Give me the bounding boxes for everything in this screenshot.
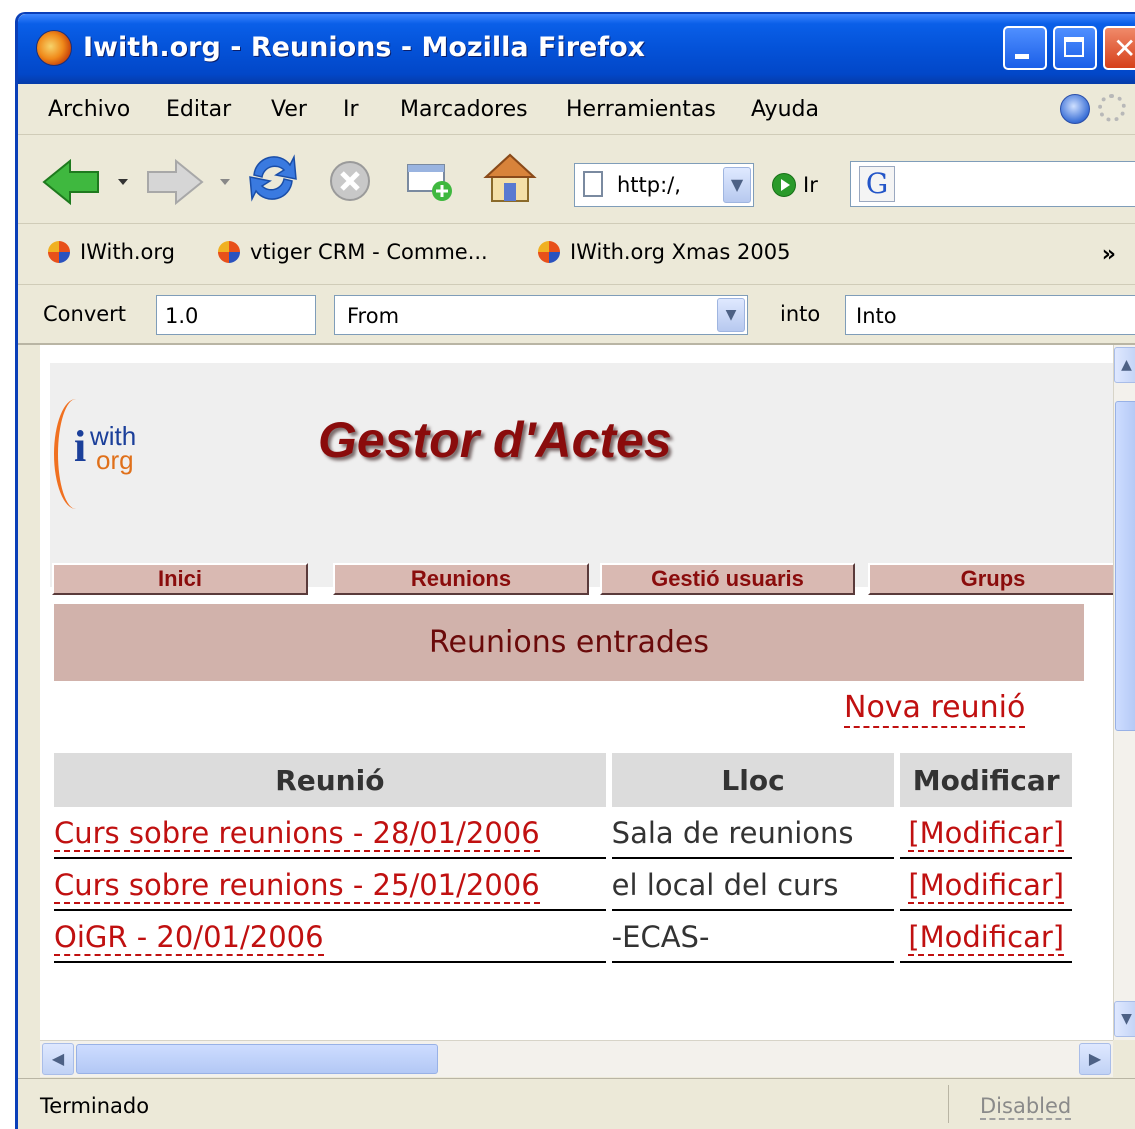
bookmark-label: vtiger CRM - Comme...	[250, 240, 488, 264]
meeting-cell: Curs sobre reunions - 25/01/2006	[54, 859, 606, 911]
table-header-row: Reunió Lloc Modificar	[54, 753, 1072, 807]
menu-herramientas[interactable]: Herramientas	[566, 97, 716, 122]
table-row: OiGR - 20/01/2006 -ECAS- [Modificar]	[54, 911, 1072, 963]
convert-into-value: Into	[856, 304, 897, 328]
bookmark-item[interactable]: IWith.org	[48, 240, 175, 264]
into-label: into	[780, 302, 821, 326]
status-separator	[948, 1085, 949, 1123]
modify-link[interactable]: [Modificar]	[908, 920, 1065, 956]
page-content: i with org Gestor d'Actes Inici Reunions…	[40, 345, 1113, 1040]
meeting-cell: OiGR - 20/01/2006	[54, 911, 606, 963]
place-cell: -ECAS-	[611, 911, 895, 963]
search-field[interactable]: G	[850, 161, 1135, 207]
convert-into-select[interactable]: Into	[845, 295, 1135, 335]
minimize-button[interactable]	[1003, 26, 1047, 70]
url-field[interactable]: http:/, ▼	[574, 163, 754, 207]
url-dropdown-button[interactable]: ▼	[723, 167, 751, 203]
reload-icon[interactable]	[246, 151, 300, 205]
modify-cell: [Modificar]	[900, 807, 1072, 859]
menu-ir[interactable]: Ir	[343, 97, 359, 122]
stop-icon[interactable]	[328, 159, 372, 203]
status-disabled-indicator[interactable]: Disabled	[980, 1094, 1072, 1120]
home-icon[interactable]	[482, 151, 538, 205]
convert-amount-input[interactable]: 1.0	[156, 295, 316, 335]
new-tab-icon[interactable]	[404, 157, 456, 203]
status-bar: Terminado Disabled	[18, 1078, 1135, 1129]
modify-cell: [Modificar]	[900, 859, 1072, 911]
bookmarks-overflow-chevron[interactable]: »	[1102, 242, 1116, 267]
go-icon[interactable]	[772, 173, 796, 197]
modify-link[interactable]: [Modificar]	[908, 816, 1065, 852]
scroll-right-button[interactable]: ▶	[1079, 1043, 1111, 1075]
place-cell: el local del curs	[611, 859, 895, 911]
tab-gestio-usuaris[interactable]: Gestió usuaris	[600, 563, 855, 595]
column-header-modificar: Modificar	[900, 753, 1072, 807]
meeting-link[interactable]: Curs sobre reunions - 25/01/2006	[54, 868, 540, 904]
logo-org: org	[96, 445, 134, 475]
bookmark-label: IWith.org	[80, 240, 175, 264]
convert-toolbar: Convert 1.0 From ▼ into Into	[18, 285, 1135, 345]
page-icon	[583, 171, 603, 197]
search-engine-icon[interactable]: G	[859, 166, 895, 202]
meeting-link[interactable]: OiGR - 20/01/2006	[54, 920, 324, 956]
horizontal-scroll-thumb[interactable]	[76, 1044, 438, 1074]
tab-reunions[interactable]: Reunions	[333, 563, 589, 595]
update-icon[interactable]	[1060, 94, 1090, 124]
table-row: Curs sobre reunions - 28/01/2006 Sala de…	[54, 807, 1072, 859]
vertical-scrollbar[interactable]: ▲ ▼	[1113, 345, 1135, 1040]
menu-ayuda[interactable]: Ayuda	[751, 97, 819, 122]
browser-window: Iwith.org - Reunions - Mozilla Firefox A…	[15, 12, 1135, 1129]
navigation-toolbar: http:/, ▼ Ir G	[18, 135, 1135, 224]
column-header-lloc[interactable]: Lloc	[611, 753, 895, 807]
close-button[interactable]	[1103, 26, 1135, 70]
modify-link[interactable]: [Modificar]	[908, 868, 1065, 904]
convert-from-select[interactable]: From ▼	[334, 295, 748, 335]
table-row: Curs sobre reunions - 25/01/2006 el loca…	[54, 859, 1072, 911]
bookmark-item[interactable]: IWith.org Xmas 2005	[538, 240, 790, 264]
window-title: Iwith.org - Reunions - Mozilla Firefox	[83, 32, 646, 63]
section-title: Reunions entrades	[54, 604, 1084, 681]
horizontal-scrollbar[interactable]: ◀ ▶	[40, 1040, 1113, 1077]
place-cell: Sala de reunions	[611, 807, 895, 859]
logo-i: i	[74, 422, 87, 471]
meetings-table: Reunió Lloc Modificar Curs sobre reunion…	[48, 753, 1078, 963]
back-icon[interactable]	[40, 157, 132, 207]
bookmark-icon	[218, 241, 240, 263]
throbber-icon	[1098, 94, 1126, 122]
go-button-label[interactable]: Ir	[803, 173, 818, 197]
menu-bar: Archivo Editar Ver Ir Marcadores Herrami…	[18, 84, 1135, 135]
title-bar[interactable]: Iwith.org - Reunions - Mozilla Firefox	[18, 14, 1135, 84]
meeting-cell: Curs sobre reunions - 28/01/2006	[54, 807, 606, 859]
new-meeting-link[interactable]: Nova reunió	[844, 690, 1026, 728]
status-text: Terminado	[40, 1094, 150, 1118]
menu-marcadores[interactable]: Marcadores	[400, 97, 528, 122]
forward-icon[interactable]	[144, 157, 236, 207]
bookmarks-toolbar: IWith.org vtiger CRM - Comme... IWith.or…	[18, 224, 1135, 285]
convert-label: Convert	[43, 302, 127, 326]
bookmark-item[interactable]: vtiger CRM - Comme...	[218, 240, 488, 264]
bookmark-icon	[538, 241, 560, 263]
modify-cell: [Modificar]	[900, 911, 1072, 963]
vertical-scroll-thumb[interactable]	[1115, 401, 1135, 731]
site-title: Gestor d'Actes	[318, 412, 672, 468]
site-header: i with org Gestor d'Actes Inici Reunions…	[50, 363, 1113, 595]
menu-archivo[interactable]: Archivo	[48, 97, 130, 122]
convert-from-value: From	[347, 304, 400, 328]
firefox-icon	[36, 30, 72, 66]
maximize-button[interactable]	[1053, 26, 1097, 70]
menu-editar[interactable]: Editar	[166, 97, 231, 122]
scroll-up-button[interactable]: ▲	[1114, 347, 1135, 383]
scroll-left-button[interactable]: ◀	[42, 1043, 74, 1075]
url-text: http:/,	[617, 173, 681, 197]
column-header-reunio[interactable]: Reunió	[54, 753, 606, 807]
meeting-link[interactable]: Curs sobre reunions - 28/01/2006	[54, 816, 540, 852]
bookmark-icon	[48, 241, 70, 263]
tab-grups[interactable]: Grups	[868, 563, 1113, 595]
bookmark-label: IWith.org Xmas 2005	[570, 240, 791, 264]
scroll-down-button[interactable]: ▼	[1114, 1001, 1135, 1037]
chevron-down-icon[interactable]: ▼	[717, 298, 745, 332]
menu-ver[interactable]: Ver	[271, 97, 307, 122]
tab-inici[interactable]: Inici	[52, 563, 308, 595]
